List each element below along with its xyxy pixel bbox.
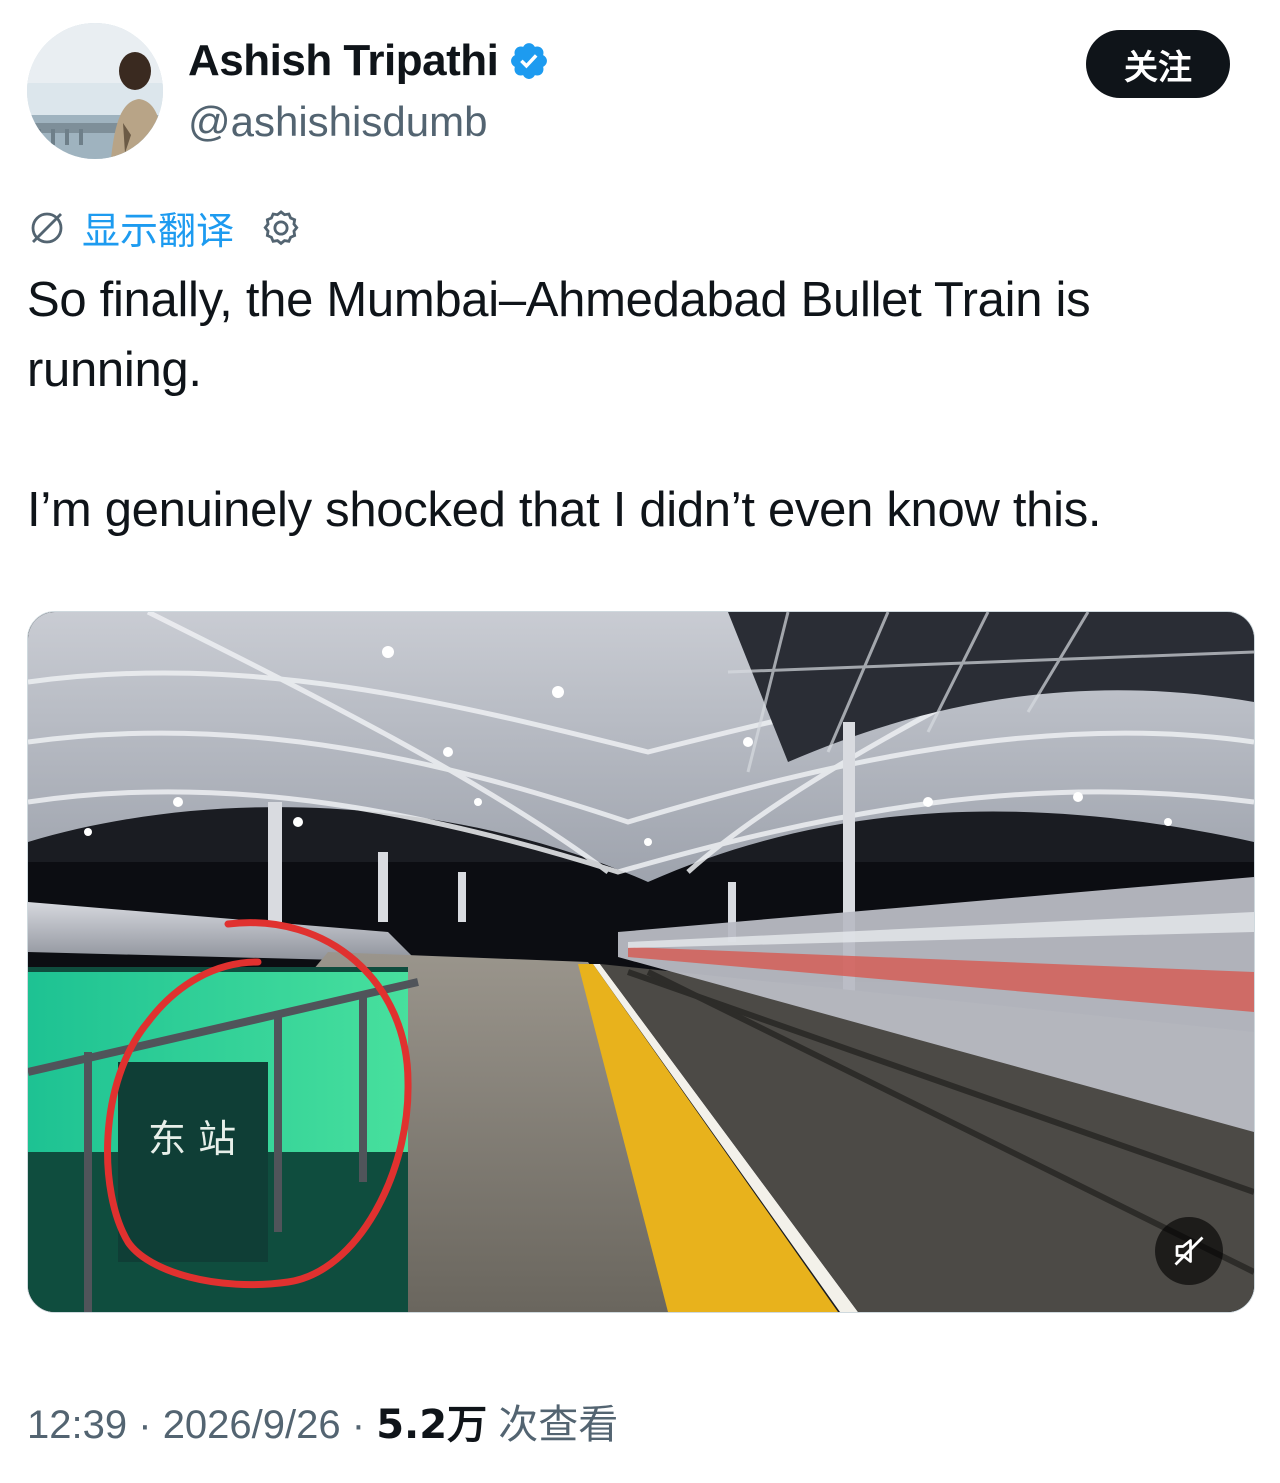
video-frame: 东 站 [28, 612, 1254, 1312]
translate-icon [31, 212, 63, 243]
author-name[interactable]: Ashish Tripathi [188, 36, 499, 86]
muted-speaker-icon [1174, 1236, 1204, 1266]
author-handle[interactable]: @ashishisdumb [188, 98, 487, 146]
views-label: 次查看 [498, 1402, 619, 1448]
video-player[interactable]: 东 站 [27, 611, 1255, 1313]
tweet-text: So finally, the Mumbai–Ahmedabad Bullet … [27, 265, 1257, 545]
tweet-paragraph: So finally, the Mumbai–Ahmedabad Bullet … [27, 273, 1091, 397]
translate-row: 显示翻译 [26, 200, 302, 255]
author-name-row: Ashish Tripathi [188, 36, 550, 86]
verified-badge-icon [511, 43, 548, 79]
station-sign-text: 东 站 [148, 1117, 236, 1161]
tweet-date[interactable]: 2026/9/26 [163, 1403, 341, 1447]
author-avatar[interactable] [27, 23, 163, 159]
mute-toggle-button[interactable] [1155, 1217, 1223, 1285]
gear-icon[interactable] [260, 207, 302, 249]
views-count: 5.2万 [376, 1402, 488, 1448]
tweet-time[interactable]: 12:39 [27, 1403, 127, 1447]
tweet-paragraph: I’m genuinely shocked that I didn’t even… [27, 483, 1102, 537]
show-translation-link[interactable]: 显示翻译 [82, 200, 234, 255]
meta-separator: · [351, 1403, 366, 1447]
tweet-meta: 12:39 · 2026/9/26 · 5.2万 次查看 [27, 1392, 618, 1450]
follow-button[interactable]: 关注 [1086, 30, 1230, 98]
meta-separator: · [138, 1403, 152, 1447]
